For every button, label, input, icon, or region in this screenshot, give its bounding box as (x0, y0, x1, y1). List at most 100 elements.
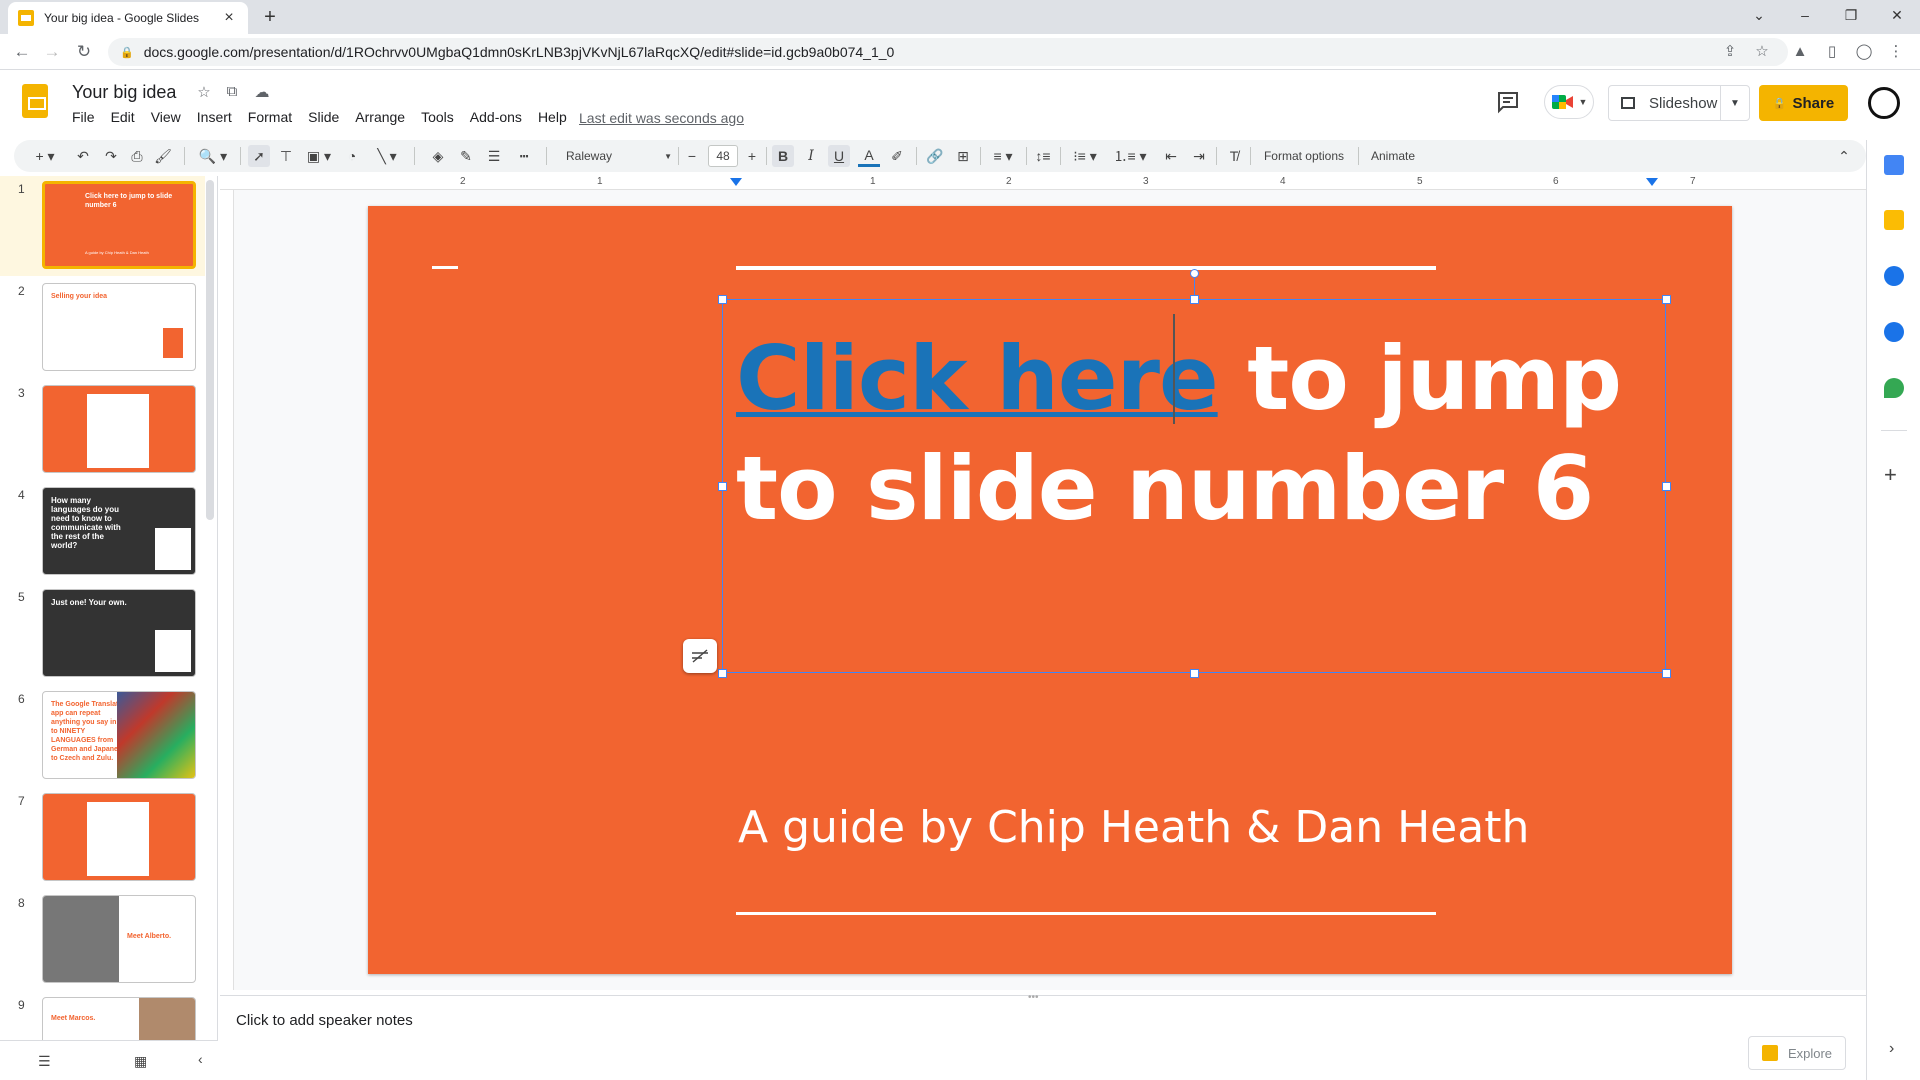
slide-thumbnail-row[interactable]: 8 Meet Alberto. (0, 890, 205, 990)
resize-handle-se[interactable] (1662, 669, 1671, 678)
slide-thumbnail-row[interactable]: 9 Meet Marcos. (0, 992, 205, 1040)
slide-thumbnail[interactable]: Meet Alberto. (42, 895, 196, 983)
explore-button[interactable]: Explore (1748, 1036, 1846, 1070)
calendar-icon[interactable] (1884, 155, 1904, 175)
url-input[interactable]: 🔒 docs.google.com/presentation/d/1ROchrv… (108, 38, 1788, 66)
indent-marker-left[interactable] (730, 178, 742, 186)
star-icon[interactable]: ☆ (194, 83, 214, 103)
tab-search-icon[interactable]: ⌄ (1736, 0, 1782, 30)
underline-icon[interactable]: U (828, 145, 850, 167)
decrease-indent-icon[interactable]: ⇤ (1160, 145, 1182, 167)
line-spacing-icon[interactable]: ↕≡ (1032, 145, 1054, 167)
slide-thumbnail-row[interactable]: 4 How many languages do you need to know … (0, 482, 205, 582)
menu-arrange[interactable]: Arrange (347, 109, 413, 125)
speaker-notes-placeholder[interactable]: Click to add speaker notes (236, 1012, 413, 1029)
move-folder-icon[interactable]: ⧉ (222, 83, 242, 103)
border-color-icon[interactable]: ✎ (456, 145, 476, 167)
menu-help[interactable]: Help (530, 109, 575, 125)
increase-font-size-icon[interactable]: + (744, 145, 760, 167)
back-button[interactable]: ← (10, 40, 34, 64)
menu-format[interactable]: Format (240, 109, 300, 125)
add-comment-icon[interactable]: ⊞ (952, 145, 974, 167)
keep-icon[interactable] (1884, 210, 1904, 230)
bulleted-list-icon[interactable]: ⁝≡ ▾ (1068, 145, 1102, 167)
cloud-status-icon[interactable]: ☁ (252, 83, 272, 103)
align-icon[interactable]: ≡ ▾ (986, 145, 1020, 167)
tab-close-icon[interactable]: × (220, 9, 238, 27)
menu-insert[interactable]: Insert (189, 109, 240, 125)
speaker-notes[interactable]: ••• Click to add speaker notes (220, 992, 1866, 1080)
slide-thumbnail[interactable]: How many languages do you need to know t… (42, 487, 196, 575)
reload-button[interactable]: ↻ (72, 40, 96, 64)
text-wrap-icon[interactable] (683, 639, 717, 673)
italic-icon[interactable]: I (800, 145, 822, 167)
extension-icon[interactable]: ▲ (1790, 42, 1810, 62)
menu-slide[interactable]: Slide (300, 109, 347, 125)
slides-logo-icon[interactable] (22, 84, 48, 118)
numbered-list-icon[interactable]: ⒈≡ ▾ (1112, 145, 1148, 167)
resize-handle-ne[interactable] (1662, 295, 1671, 304)
list-view-icon[interactable]: ☰ (38, 1053, 51, 1070)
menu-tools[interactable]: Tools (413, 109, 462, 125)
notes-resize-handle[interactable]: ••• (1028, 992, 1039, 1003)
show-side-panel-icon[interactable]: › (1889, 1040, 1894, 1058)
text-box-icon[interactable]: ⊤ (276, 145, 296, 167)
comment-history-icon[interactable] (1496, 90, 1520, 114)
minimize-button[interactable]: – (1782, 0, 1828, 30)
slide-thumbnail[interactable]: Selling your idea (42, 283, 196, 371)
slide-thumbnail[interactable] (42, 793, 196, 881)
slide-thumbnail-row[interactable]: 6 The Google Translate app can repeat any… (0, 686, 205, 786)
border-dash-icon[interactable]: ┅ (514, 145, 534, 167)
resize-handle-n[interactable] (1190, 295, 1199, 304)
shape-icon[interactable]: ◔ (342, 145, 362, 167)
text-color-icon[interactable]: A (858, 145, 880, 167)
border-weight-icon[interactable]: ☰ (484, 145, 504, 167)
new-slide-icon[interactable]: + ▾ (28, 145, 62, 167)
close-window-button[interactable]: ✕ (1874, 0, 1920, 30)
meet-button[interactable]: ▼ (1544, 85, 1594, 119)
image-icon[interactable]: ▣ ▾ (304, 145, 334, 167)
font-size-input[interactable]: 48 (708, 145, 738, 167)
slide-thumbnail[interactable]: Just one! Your own. (42, 589, 196, 677)
bookmark-star-icon[interactable]: ☆ (1752, 42, 1772, 62)
increase-indent-icon[interactable]: ⇥ (1188, 145, 1210, 167)
fill-color-icon[interactable]: ◈ (428, 145, 448, 167)
new-tab-button[interactable]: + (258, 5, 282, 29)
tasks-icon[interactable] (1884, 266, 1904, 286)
slide-1[interactable]: Click here to jump to slide number 6 A g… (368, 206, 1732, 974)
slide-thumbnail[interactable] (42, 385, 196, 473)
slide-thumbnail-row[interactable]: 1 Click here to jump to slide number 6 A g… (0, 176, 205, 276)
resize-handle-sw[interactable] (718, 669, 727, 678)
print-icon[interactable]: ⎙ (128, 145, 146, 167)
select-cursor-icon[interactable]: ➚ (248, 145, 270, 167)
resize-handle-w[interactable] (718, 482, 727, 491)
menu-view[interactable]: View (143, 109, 189, 125)
profile-icon[interactable]: ◯ (1854, 42, 1874, 62)
share-page-icon[interactable]: ⇪ (1720, 42, 1740, 62)
decrease-font-size-icon[interactable]: − (684, 145, 700, 167)
get-addons-icon[interactable]: + (1884, 462, 1897, 488)
collapse-toolbar-icon[interactable]: ⌃ (1834, 145, 1854, 167)
slide-thumbnail[interactable]: Meet Marcos. (42, 997, 196, 1040)
browser-tab[interactable]: Your big idea - Google Slides × (8, 2, 248, 34)
paint-format-icon[interactable]: 🖌 (154, 145, 172, 167)
account-avatar[interactable] (1868, 87, 1900, 119)
contacts-icon[interactable] (1884, 322, 1904, 342)
bold-icon[interactable]: B (772, 145, 794, 167)
maps-icon[interactable] (1884, 378, 1904, 398)
animate-button[interactable]: Animate (1366, 145, 1420, 167)
format-options-button[interactable]: Format options (1258, 145, 1350, 167)
filmstrip-scrollbar[interactable] (206, 180, 214, 520)
slide-thumbnail[interactable]: Click here to jump to slide number 6 A gu… (42, 181, 196, 269)
highlight-color-icon[interactable]: ✐ (886, 145, 908, 167)
forward-button[interactable]: → (40, 40, 64, 64)
restore-button[interactable]: ❐ (1828, 0, 1874, 30)
slide-thumbnail-row[interactable]: 7 (0, 788, 205, 888)
line-icon[interactable]: ╲ ▾ (370, 145, 404, 167)
redo-icon[interactable]: ↷ (102, 145, 120, 167)
resize-handle-s[interactable] (1190, 669, 1199, 678)
undo-icon[interactable]: ↶ (74, 145, 92, 167)
slide-thumbnail[interactable]: The Google Translate app can repeat anyt… (42, 691, 196, 779)
menu-add-ons[interactable]: Add-ons (462, 109, 530, 125)
share-button[interactable]: 🔒 Share (1759, 85, 1848, 121)
